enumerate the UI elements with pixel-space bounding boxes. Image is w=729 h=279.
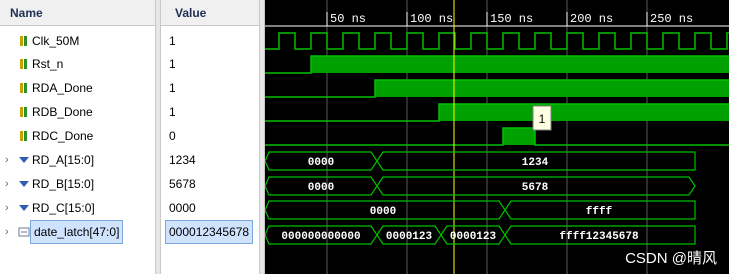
signal-row-rd-a[interactable]: › RD_A[15:0] — [0, 148, 155, 172]
bus-value: 0000 — [308, 182, 334, 194]
name-column: Name Clk_50M Rst_n RDA_Done RDB_Done RDC… — [0, 0, 155, 274]
signal-name: Clk_50M — [32, 34, 80, 48]
signal-row-rdc-done[interactable]: RDC_Done — [0, 124, 155, 148]
ruler-label: 100 ns — [410, 12, 453, 26]
signal-value: 0000 — [169, 201, 196, 215]
ruler-label: 150 ns — [490, 12, 533, 26]
bus-value: 0000123 — [450, 231, 497, 243]
signal-value: 000012345678 — [165, 220, 254, 244]
expand-chevron-icon[interactable]: › — [5, 220, 9, 244]
waveform-pane[interactable]: 50 ns 100 ns 150 ns 200 ns 250 ns 0000 1… — [264, 0, 729, 274]
signal-value: 1 — [169, 34, 176, 48]
signal-name: date_latch[47:0] — [30, 220, 124, 244]
bus-value: 1234 — [522, 157, 549, 169]
bus-value: ffff — [586, 206, 613, 218]
signal-row-date-latch[interactable]: › date_latch[47:0] — [0, 220, 155, 244]
value-column-header[interactable]: Value — [161, 0, 259, 26]
signal-name: RD_C[15:0] — [32, 201, 95, 215]
waveform-canvas[interactable]: 50 ns 100 ns 150 ns 200 ns 250 ns 0000 1… — [264, 0, 729, 274]
name-column-header[interactable]: Name — [0, 0, 155, 26]
expand-chevron-icon[interactable]: › — [5, 172, 9, 196]
signal-name: RD_A[15:0] — [32, 153, 95, 167]
bus-value: 0000123 — [386, 231, 433, 243]
signal-name: RDB_Done — [32, 105, 93, 119]
signal-row-rd-b[interactable]: › RD_B[15:0] — [0, 172, 155, 196]
signal-row-rd-c[interactable]: › RD_C[15:0] — [0, 196, 155, 220]
tooltip-text: 1 — [539, 112, 546, 126]
expand-chevron-icon[interactable]: › — [5, 148, 9, 172]
value-column: Value 1 1 1 1 0 1234 5678 0000 000012345… — [161, 0, 259, 274]
signal-row-rdb-done[interactable]: RDB_Done — [0, 100, 155, 124]
signal-name: RDA_Done — [32, 81, 93, 95]
rdb-high-fill — [439, 104, 729, 121]
bus-icon — [18, 220, 30, 252]
bus-value: 0000 — [370, 206, 396, 218]
clk-waveform — [265, 32, 729, 50]
bus-value: 0000 — [308, 157, 334, 169]
ruler-label: 50 ns — [330, 12, 366, 26]
signal-value: 1234 — [169, 153, 196, 167]
signal-name: RD_B[15:0] — [32, 177, 95, 191]
expand-chevron-icon[interactable]: › — [5, 196, 9, 220]
bus-value: 5678 — [522, 182, 549, 194]
ruler-label: 200 ns — [570, 12, 613, 26]
signal-value: 1 — [169, 105, 176, 119]
rst-high-fill — [311, 56, 729, 73]
signal-row-rda-done[interactable]: RDA_Done — [0, 76, 155, 100]
signal-row-rst[interactable]: Rst_n — [0, 52, 155, 76]
rdc-high-fill — [503, 128, 535, 145]
ruler-label: 250 ns — [650, 12, 693, 26]
signal-name: RDC_Done — [32, 129, 94, 143]
bus-value: 000000000000 — [281, 231, 360, 243]
signal-name: Rst_n — [32, 57, 64, 71]
signal-value: 5678 — [169, 177, 196, 191]
bus-value: ffff12345678 — [559, 231, 639, 243]
rdc-done-waveform — [265, 127, 729, 146]
signal-value: 1 — [169, 81, 176, 95]
signal-value: 0 — [169, 129, 176, 143]
rda-high-fill — [375, 80, 729, 97]
signal-value: 1 — [169, 57, 176, 71]
watermark: CSDN @晴风 — [625, 250, 717, 267]
rd-c-bus — [264, 200, 696, 220]
signal-row-clk[interactable]: Clk_50M — [0, 29, 155, 53]
